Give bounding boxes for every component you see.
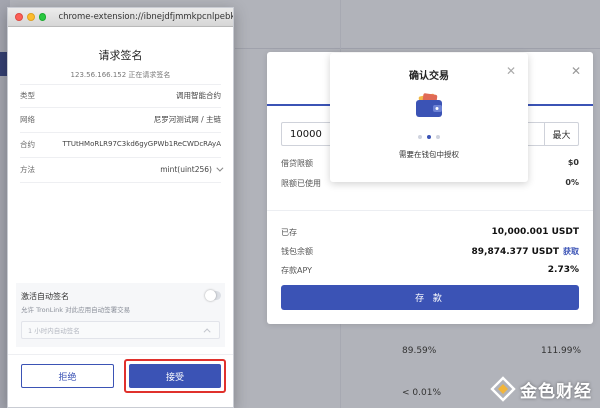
divider [20, 157, 221, 158]
market-row-2-value-1: < 0.01% [402, 388, 441, 398]
max-button[interactable]: 最大 [544, 123, 578, 145]
step-dot [418, 135, 422, 139]
step-dot-active [427, 135, 431, 139]
limit-used-label: 限额已使用 [281, 179, 321, 188]
authorize-hint: 需要在钱包中授权 [399, 150, 459, 159]
chevron-up-icon [203, 327, 211, 335]
auto-sign-duration-select[interactable]: 1 小时内自动签名 [21, 321, 220, 339]
wallet-balance-label: 钱包余额 [281, 247, 313, 256]
field-row-method[interactable]: 方法 mint(uint256) [20, 162, 224, 176]
toggle-knob [205, 290, 216, 301]
field-label: 网络 [20, 114, 35, 124]
auto-sign-description: 允许 TronLink 对此应用自动签署交易 [21, 306, 131, 314]
wallet-balance-row: 钱包余额 89,874.377 USDT 获取 [281, 246, 579, 257]
borrow-limit-value: $0 [567, 158, 579, 167]
window-titlebar: chrome-extension://ibnejdfjmmkpcnlpebklm… [8, 8, 233, 27]
accept-button[interactable]: 接受 [129, 364, 221, 388]
close-icon[interactable]: ✕ [571, 64, 581, 78]
supply-apy-label: 存款APY [281, 266, 313, 275]
chevron-down-icon[interactable] [216, 164, 224, 172]
page-title: 请求签名 [98, 49, 143, 62]
auto-sign-panel: 激活自动签名 允许 TronLink 对此应用自动签署交易 1 小时内自动签名 [16, 283, 225, 347]
borrow-limit-label: 借贷限额 [281, 159, 313, 168]
close-icon[interactable]: ✕ [506, 64, 516, 78]
field-label: 方法 [20, 164, 35, 174]
supplied-row: 已存 10,000.001 USDT [281, 227, 579, 238]
auto-sign-toggle[interactable] [205, 290, 221, 301]
contract-address: TTUtHMoRLR97C3kd6gyGPWb1ReCWDcRAyA [62, 140, 222, 148]
step-dot [436, 135, 440, 139]
wallet-icon [416, 93, 442, 117]
market-row-1-value-1: 89.59% [402, 346, 437, 356]
field-row-network: 网络 尼罗河测试网 / 主链 [20, 112, 221, 126]
get-tokens-link[interactable]: 获取 [563, 247, 579, 256]
supplied-value: 10,000.001 USDT [491, 227, 579, 237]
limit-used-value: 0% [565, 178, 579, 187]
supply-divider [267, 210, 593, 211]
window-close-button[interactable] [15, 13, 23, 21]
field-label: 合约 [20, 139, 35, 149]
watermark-text: 金色财经 [520, 381, 592, 402]
watermark: 金色财经 [490, 376, 592, 402]
window-minimize-button[interactable] [26, 13, 35, 21]
request-origin: 123.56.166.152 正在请求签名 [70, 71, 171, 79]
auto-sign-title: 激活自动签名 [21, 292, 69, 301]
wallet-balance-value: 89,874.377 USDT [471, 247, 559, 257]
divider [20, 107, 221, 108]
confirm-transaction-modal: 确认交易 ✕ 需要在钱包中授权 [330, 53, 528, 182]
watermark-logo-icon [490, 376, 516, 402]
tronlink-popup-window: chrome-extension://ibnejdfjmmkpcnlpebklm… [7, 7, 234, 408]
reject-button[interactable]: 拒绝 [21, 364, 114, 388]
supply-button[interactable]: 存 款 [281, 285, 579, 310]
confirm-title: 确认交易 [409, 71, 449, 82]
window-zoom-button[interactable] [38, 13, 47, 21]
field-value: 尼罗河测试网 / 主链 [153, 114, 221, 124]
auto-sign-duration-value: 1 小时内自动签名 [28, 327, 80, 335]
supply-apy-row: 存款APY 2.73% [281, 265, 579, 276]
method-value: mint(uint256) [160, 164, 212, 174]
supplied-label: 已存 [281, 228, 297, 237]
supply-apy-value: 2.73% [547, 265, 579, 275]
divider [20, 182, 221, 183]
field-label: 类型 [20, 90, 35, 100]
market-row-1-value-2: 111.99% [541, 346, 582, 356]
window-url: chrome-extension://ibnejdfjmmkpcnlpebklm… [58, 12, 233, 22]
step-indicator [330, 135, 528, 139]
divider [20, 132, 221, 133]
field-value: 调用智能合约 [176, 90, 221, 100]
divider [20, 84, 221, 85]
footer-divider [8, 354, 233, 355]
field-row-contract: 合约 TTUtHMoRLR97C3kd6gyGPWb1ReCWDcRAyA [20, 137, 221, 151]
field-row-type: 类型 调用智能合约 [20, 88, 221, 102]
